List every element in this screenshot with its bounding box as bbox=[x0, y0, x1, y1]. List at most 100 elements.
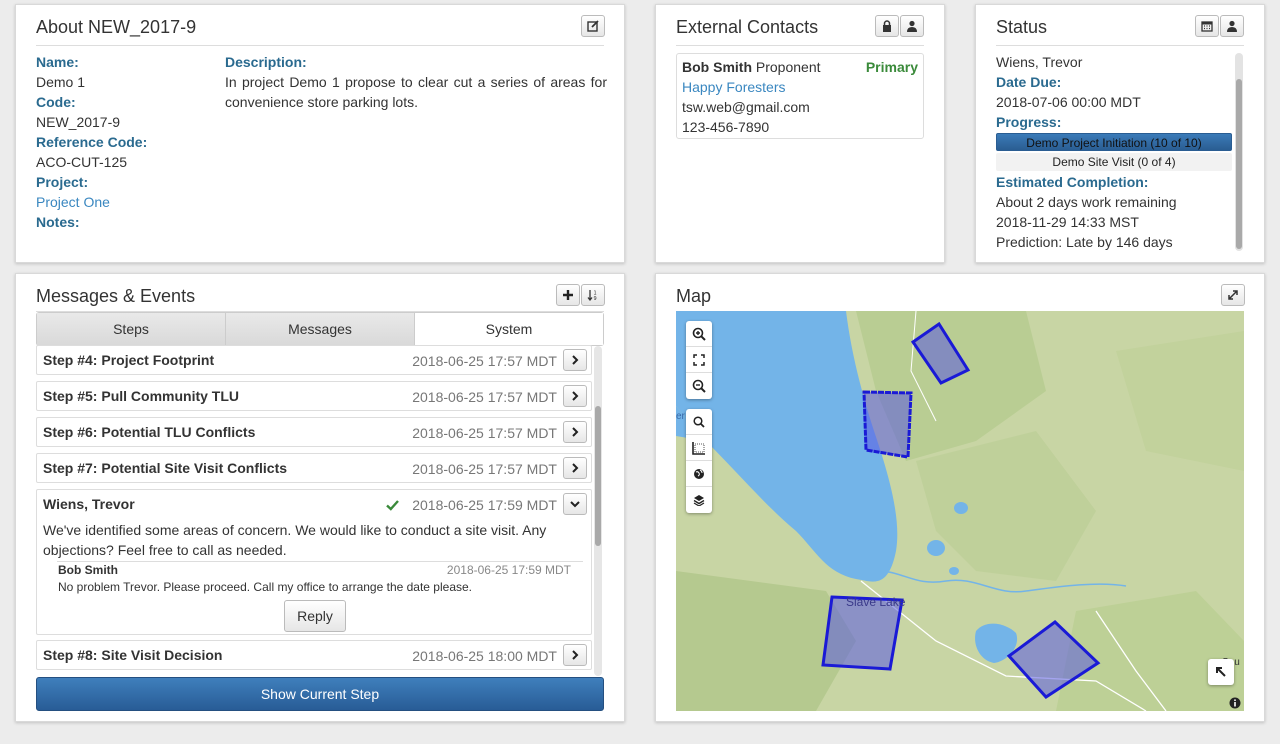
lock-button[interactable] bbox=[875, 15, 899, 37]
zoom-extent-button[interactable] bbox=[686, 347, 712, 373]
calendar-button[interactable] bbox=[1195, 15, 1219, 37]
map-canvas[interactable]: Slave Lake Sou er bbox=[676, 311, 1244, 711]
globe-icon bbox=[694, 468, 704, 479]
collapse-step-button[interactable] bbox=[563, 493, 587, 515]
edit-button[interactable] bbox=[581, 15, 605, 37]
layers-button[interactable] bbox=[686, 487, 712, 513]
assign-user-button[interactable] bbox=[1220, 15, 1244, 37]
prediction: Prediction: Late by 146 days bbox=[996, 234, 1173, 250]
name-label: Name: bbox=[36, 54, 79, 70]
info-icon bbox=[1229, 697, 1241, 709]
scroll-thumb[interactable] bbox=[1236, 79, 1242, 249]
status-title: Status bbox=[996, 17, 1048, 37]
calendar-icon bbox=[1201, 21, 1213, 32]
show-current-step-button[interactable]: Show Current Step bbox=[36, 677, 604, 711]
chevron-right-icon bbox=[572, 355, 579, 365]
chevron-right-icon bbox=[572, 391, 579, 401]
sort-icon: 19 bbox=[587, 290, 597, 301]
measure-button[interactable] bbox=[686, 435, 712, 461]
step-title: Step #8: Site Visit Decision bbox=[43, 647, 223, 663]
attribution-button[interactable] bbox=[1229, 696, 1241, 709]
code-value: NEW_2017-9 bbox=[36, 114, 121, 130]
chevron-right-icon bbox=[572, 650, 579, 660]
about-fields: Name: Demo 1 Code: NEW_2017-9 Reference … bbox=[36, 52, 216, 232]
ref-label: Reference Code: bbox=[36, 134, 148, 150]
step-row: Step #6: Potential TLU Conflicts 2018-06… bbox=[36, 417, 592, 447]
check-icon bbox=[386, 500, 399, 511]
message-tabs: Steps Messages System bbox=[36, 312, 604, 346]
expand-step-button[interactable] bbox=[563, 457, 587, 479]
chevron-right-icon bbox=[572, 463, 579, 473]
assignee: Wiens, Trevor bbox=[996, 54, 1083, 70]
contact-card: Bob Smith Proponent Primary Happy Forest… bbox=[676, 53, 924, 139]
step-date: 2018-06-25 17:57 MDT bbox=[412, 353, 557, 369]
contact-org-link[interactable]: Happy Foresters bbox=[682, 77, 918, 97]
reply-date: 2018-06-25 17:59 MDT bbox=[446, 563, 571, 577]
about-panel: About NEW_2017-9 Name: Demo 1 Code: NEW_… bbox=[15, 4, 625, 263]
chevron-down-icon bbox=[570, 501, 580, 508]
add-contact-button[interactable] bbox=[900, 15, 924, 37]
project-link[interactable]: Project One bbox=[36, 192, 216, 212]
tab-messages[interactable]: Messages bbox=[226, 313, 415, 345]
plus-icon bbox=[563, 290, 573, 300]
contact-phone: 123-456-7890 bbox=[682, 119, 770, 135]
notes-label: Notes: bbox=[36, 214, 80, 230]
zoom-out-button[interactable] bbox=[686, 373, 712, 399]
estimated-completion-label: Estimated Completion: bbox=[996, 174, 1149, 190]
expand-step-button[interactable] bbox=[563, 349, 587, 371]
zoom-in-icon bbox=[692, 327, 706, 341]
step-date: 2018-06-25 17:57 MDT bbox=[412, 389, 557, 405]
project-label: Project: bbox=[36, 174, 89, 190]
tab-system[interactable]: System bbox=[415, 313, 603, 345]
messages-scrollbar[interactable] bbox=[594, 346, 602, 676]
sort-button[interactable]: 19 bbox=[581, 284, 605, 306]
divider bbox=[36, 45, 604, 46]
estimate-fields: Estimated Completion: About 2 days work … bbox=[996, 172, 1236, 252]
expand-icon bbox=[1228, 290, 1238, 300]
about-title: About NEW_2017-9 bbox=[36, 17, 197, 37]
progress-bar-initiation: Demo Project Initiation (10 of 10) bbox=[996, 133, 1232, 151]
svg-text:9: 9 bbox=[594, 296, 597, 301]
message-author: Wiens, Trevor bbox=[43, 496, 135, 512]
expand-step-button[interactable] bbox=[563, 644, 587, 666]
zoom-controls bbox=[686, 321, 712, 399]
chevron-right-icon bbox=[572, 427, 579, 437]
due-label: Date Due: bbox=[996, 74, 1062, 90]
ref-value: ACO-CUT-125 bbox=[36, 154, 128, 170]
map-tools bbox=[686, 409, 712, 513]
fullscreen-button[interactable] bbox=[1221, 284, 1245, 306]
step-date: 2018-06-25 18:00 MDT bbox=[412, 648, 557, 664]
step-date: 2018-06-25 17:57 MDT bbox=[412, 461, 557, 477]
zoom-in-button[interactable] bbox=[686, 321, 712, 347]
reply-body: No problem Trevor. Please proceed. Call … bbox=[58, 580, 473, 594]
due-value: 2018-07-06 00:00 MDT bbox=[996, 94, 1141, 110]
scroll-thumb[interactable] bbox=[595, 406, 601, 546]
message-date: 2018-06-25 17:59 MDT bbox=[412, 497, 557, 513]
status-panel: Status Wiens, Trevor Date Due: 2018-07-0… bbox=[975, 4, 1265, 263]
step-row: Step #5: Pull Community TLU 2018-06-25 1… bbox=[36, 381, 592, 411]
tab-steps[interactable]: Steps bbox=[37, 313, 226, 345]
contact-email: tsw.web@gmail.com bbox=[682, 99, 810, 115]
status-scrollbar[interactable] bbox=[1235, 53, 1243, 251]
step-title: Step #4: Project Footprint bbox=[43, 352, 215, 368]
contact-name: Bob Smith bbox=[682, 59, 752, 75]
edit-icon bbox=[587, 20, 599, 32]
name-value: Demo 1 bbox=[36, 74, 86, 90]
search-button[interactable] bbox=[686, 409, 712, 435]
map-place-label: Slave Lake bbox=[846, 595, 906, 609]
user-icon bbox=[907, 20, 917, 32]
search-icon bbox=[693, 415, 705, 428]
step-row: Step #8: Site Visit Decision 2018-06-25 … bbox=[36, 640, 592, 670]
divider bbox=[57, 561, 583, 562]
user-icon bbox=[1227, 20, 1237, 32]
arrow-up-left-icon bbox=[1216, 667, 1226, 677]
add-message-button[interactable] bbox=[556, 284, 580, 306]
contact-role: Proponent bbox=[755, 59, 821, 75]
estimated-date: 2018-11-29 14:33 MST bbox=[996, 214, 1139, 230]
layers-icon bbox=[693, 495, 705, 506]
expand-step-button[interactable] bbox=[563, 385, 587, 407]
globe-button[interactable] bbox=[686, 461, 712, 487]
expand-step-button[interactable] bbox=[563, 421, 587, 443]
overview-toggle-button[interactable] bbox=[1208, 659, 1234, 685]
reply-button[interactable]: Reply bbox=[284, 600, 346, 632]
